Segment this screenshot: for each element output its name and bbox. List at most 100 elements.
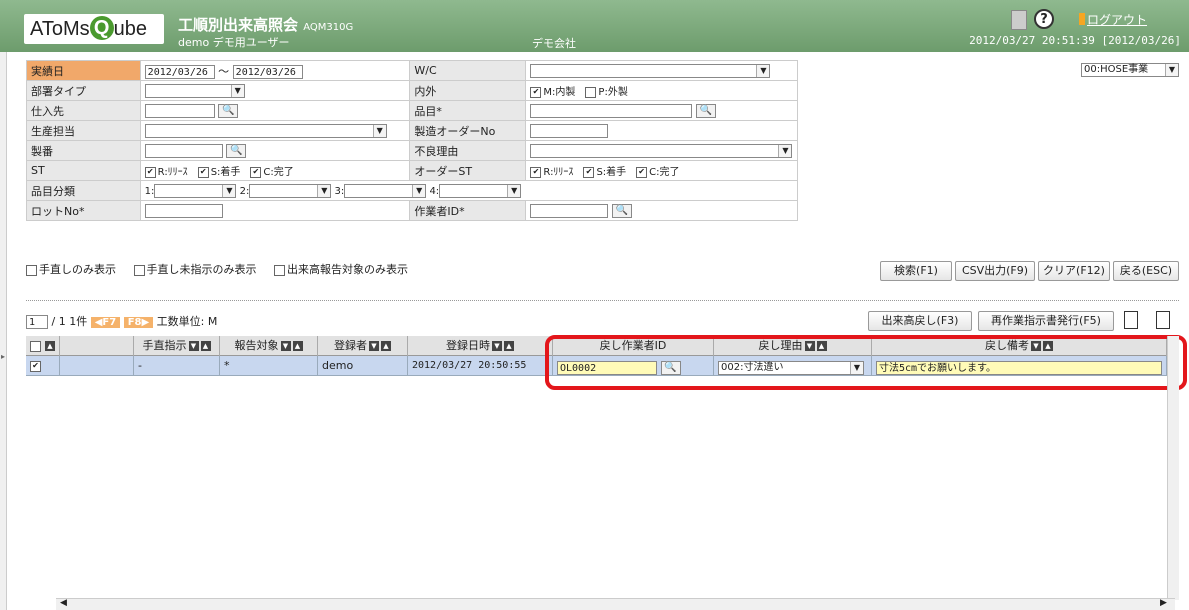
scroll-left-icon[interactable]: ◀ [60, 598, 67, 608]
org-select[interactable]: 00:HOSE事業 ▼ [1081, 63, 1179, 77]
st-c-checkbox[interactable]: ✔ [250, 166, 262, 178]
label-jisseki-date: 実績日 [26, 60, 141, 81]
st-c-label: C:完了 [263, 167, 294, 178]
logo-q-mark: Q [89, 16, 114, 41]
label-seiban: 製番 [26, 140, 141, 161]
date-from-input[interactable]: 2012/03/26 [144, 64, 215, 79]
filter-mishiji-checkbox[interactable] [133, 264, 145, 276]
order-st-r-checkbox[interactable]: ✔ [530, 166, 542, 178]
highlight-annotation [545, 335, 1187, 390]
filter-houkoku-checkbox[interactable] [274, 264, 285, 276]
seizo-order-input[interactable] [530, 123, 609, 138]
naigai-m-checkbox[interactable]: ✔ [530, 86, 542, 98]
label-hinmoku-bunrui: 品目分類 [26, 180, 141, 201]
label-wc: W/C [409, 60, 527, 81]
cell-toroku-sha: demo [318, 356, 408, 376]
furyo-riyu-select[interactable]: ▼ [530, 143, 793, 158]
seisan-tanto-select[interactable]: ▼ [144, 123, 387, 138]
search-form: 実績日 2012/03/26 ～ 2012/03/26 W/C ▼ 部署タイプ … [26, 60, 799, 221]
shiiresaki-input[interactable] [144, 103, 215, 118]
column-toroku-nichiji[interactable]: 登録日時 ▼ ▲ [408, 336, 553, 356]
busho-type-select[interactable]: ▼ [144, 83, 245, 98]
side-splitter[interactable] [0, 52, 7, 610]
label-naigai: 内外 [409, 80, 527, 101]
display-filters: 手直しのみ表示 手直し未指示のみ表示 出来高報告対象のみ表示 [26, 261, 422, 277]
st-s-checkbox[interactable]: ✔ [197, 166, 209, 178]
column-settings-icon[interactable] [1124, 311, 1138, 329]
return-output-button[interactable]: 出来高戻し(F3) [868, 311, 972, 331]
bunrui-3-select[interactable]: ▼ [344, 183, 427, 198]
bunrui-4-select[interactable]: ▼ [439, 183, 522, 198]
label-worker-id: 作業者ID* [409, 200, 527, 221]
logout-icon [1079, 13, 1085, 25]
chevron-down-icon: ▼ [372, 124, 386, 137]
next-page-button[interactable]: F8▶ [123, 317, 154, 328]
logout-link[interactable]: ログアウト [1087, 11, 1147, 28]
search-icon[interactable]: 🔍 [611, 203, 632, 218]
column-toroku-sha[interactable]: 登録者 ▼ ▲ [318, 336, 408, 356]
naigai-p-label: P:外製 [598, 87, 628, 98]
order-st-r-label: R:ﾘﾘｰｽ [543, 167, 574, 178]
work-unit-label: 工数単位: M [156, 315, 218, 328]
column-tenaoshi[interactable]: 手直指示 ▼ ▲ [134, 336, 220, 356]
row-checkbox[interactable]: ✔ [26, 356, 60, 376]
chevron-down-icon: ▼ [1165, 64, 1178, 76]
reissue-instruction-button[interactable]: 再作業指示書発行(F5) [978, 311, 1114, 331]
column-houkoku[interactable]: 報告対象 ▼ ▲ [220, 336, 318, 356]
cell-houkoku: * [220, 356, 318, 376]
search-icon[interactable]: 🔍 [218, 103, 239, 118]
prev-page-button[interactable]: ◀F7 [90, 317, 121, 328]
copy-document-icon[interactable] [1156, 311, 1170, 329]
search-icon[interactable]: 🔍 [695, 103, 716, 118]
label-furyo-riyu: 不良理由 [409, 140, 527, 161]
order-st-s-label: S:着手 [596, 167, 627, 178]
scroll-right-icon[interactable]: ▶ [1160, 598, 1167, 608]
chevron-down-icon: ▼ [412, 184, 426, 197]
wc-select[interactable]: ▼ [530, 63, 771, 78]
label-lot-no: ロットNo* [26, 200, 141, 221]
chevron-down-icon: ▼ [778, 144, 792, 157]
st-s-label: S:着手 [210, 167, 241, 178]
csv-export-button[interactable]: CSV出力(F9) [955, 261, 1035, 281]
divider [26, 300, 1179, 301]
order-st-s-checkbox[interactable]: ✔ [583, 166, 595, 178]
chevron-down-icon: ▼ [507, 184, 521, 197]
st-r-checkbox[interactable]: ✔ [144, 166, 156, 178]
order-st-c-checkbox[interactable]: ✔ [636, 166, 648, 178]
vertical-scrollbar[interactable] [1167, 336, 1179, 600]
cell-tenaoshi: - [134, 356, 220, 376]
seiban-input[interactable] [144, 143, 223, 158]
back-button[interactable]: 戻る(ESC) [1113, 261, 1179, 281]
lot-no-input[interactable] [144, 203, 223, 218]
cell-toroku-nichiji: 2012/03/27 20:50:55 [408, 356, 553, 376]
clear-button[interactable]: クリア(F12) [1038, 261, 1110, 281]
filter-tenaoshi-label: 手直しのみ表示 [39, 263, 116, 276]
filter-mishiji-label: 手直し未指示のみ表示 [146, 263, 257, 276]
filter-houkoku-label: 出来高報告対象のみ表示 [287, 263, 408, 276]
search-button[interactable]: 検索(F1) [880, 261, 952, 281]
order-st-c-label: C:完了 [649, 167, 680, 178]
label-st: ST [26, 160, 141, 181]
search-icon[interactable]: 🔍 [226, 143, 247, 158]
bunrui-2-select[interactable]: ▼ [249, 183, 332, 198]
screen-code: AQM310G [303, 22, 354, 33]
horizontal-scrollbar[interactable] [56, 598, 1175, 610]
chevron-down-icon: ▼ [756, 64, 770, 77]
expand-arrow-icon[interactable]: ▸ [1, 352, 5, 361]
label-seizo-order: 製造オーダーNo [409, 120, 527, 141]
filter-tenaoshi-checkbox[interactable] [26, 264, 37, 276]
page-select[interactable]: 1 [26, 315, 48, 329]
column-blank [60, 336, 134, 356]
bunrui-1-select[interactable]: ▼ [154, 183, 237, 198]
naigai-p-checkbox[interactable] [585, 86, 597, 98]
manual-icon[interactable] [1011, 10, 1027, 30]
st-r-label: R:ﾘﾘｰｽ [157, 167, 188, 178]
label-shiiresaki: 仕入先 [26, 100, 141, 121]
date-to-input[interactable]: 2012/03/26 [232, 64, 303, 79]
help-icon[interactable]: ? [1034, 9, 1054, 29]
worker-id-input[interactable] [530, 203, 609, 218]
date-separator: ～ [218, 64, 230, 78]
select-all-checkbox[interactable]: ▲ [26, 336, 60, 356]
hinmoku-input[interactable] [530, 103, 693, 118]
company-name: デモ会社 [532, 37, 576, 50]
